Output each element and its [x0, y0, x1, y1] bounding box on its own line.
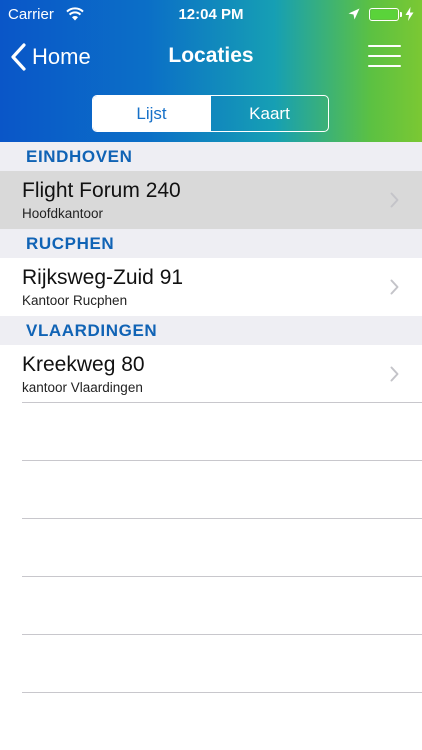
section-header-eindhoven: EINDHOVEN: [0, 142, 422, 171]
section-header-vlaardingen: VLAARDINGEN: [0, 316, 422, 345]
location-title: Kreekweg 80: [22, 353, 145, 376]
section-header-rucphen: RUCPHEN: [0, 229, 422, 258]
segment-list[interactable]: Lijst: [93, 96, 210, 131]
page-title: Locaties: [168, 44, 254, 67]
location-title: Rijksweg-Zuid 91: [22, 266, 184, 289]
location-row-kreekweg[interactable]: Kreekweg 80 kantoor Vlaardingen: [0, 345, 422, 403]
segment-map[interactable]: Kaart: [210, 96, 328, 131]
battery-tip: [400, 12, 402, 17]
navigation-header: Carrier 12:04 PM Home Locaties Lijst Kaa…: [0, 0, 422, 142]
empty-row: [0, 577, 422, 635]
empty-row: [0, 635, 422, 693]
view-segmented-control: Lijst Kaart: [92, 95, 329, 132]
row-separator: [22, 692, 422, 693]
location-title: Flight Forum 240: [22, 179, 181, 202]
location-subtitle: Kantoor Rucphen: [22, 293, 128, 308]
empty-row: [0, 461, 422, 519]
status-bar: Carrier 12:04 PM: [0, 0, 422, 30]
hamburger-menu-icon[interactable]: [368, 45, 401, 67]
battery-level: [371, 10, 397, 19]
empty-row: [0, 403, 422, 461]
disclosure-chevron-icon: [390, 192, 399, 208]
charging-bolt-icon: [405, 7, 414, 21]
location-row-flight-forum[interactable]: Flight Forum 240 Hoofdkantoor: [0, 171, 422, 229]
location-row-rijksweg-zuid[interactable]: Rijksweg-Zuid 91 Kantoor Rucphen: [0, 258, 422, 316]
battery-icon: [369, 8, 399, 21]
locations-list: EINDHOVEN Flight Forum 240 Hoofdkantoor …: [0, 142, 422, 693]
disclosure-chevron-icon: [390, 366, 399, 382]
location-arrow-icon: [348, 8, 360, 20]
disclosure-chevron-icon: [390, 279, 399, 295]
location-subtitle: kantoor Vlaardingen: [22, 380, 143, 395]
location-subtitle: Hoofdkantoor: [22, 206, 104, 221]
empty-row: [0, 519, 422, 577]
